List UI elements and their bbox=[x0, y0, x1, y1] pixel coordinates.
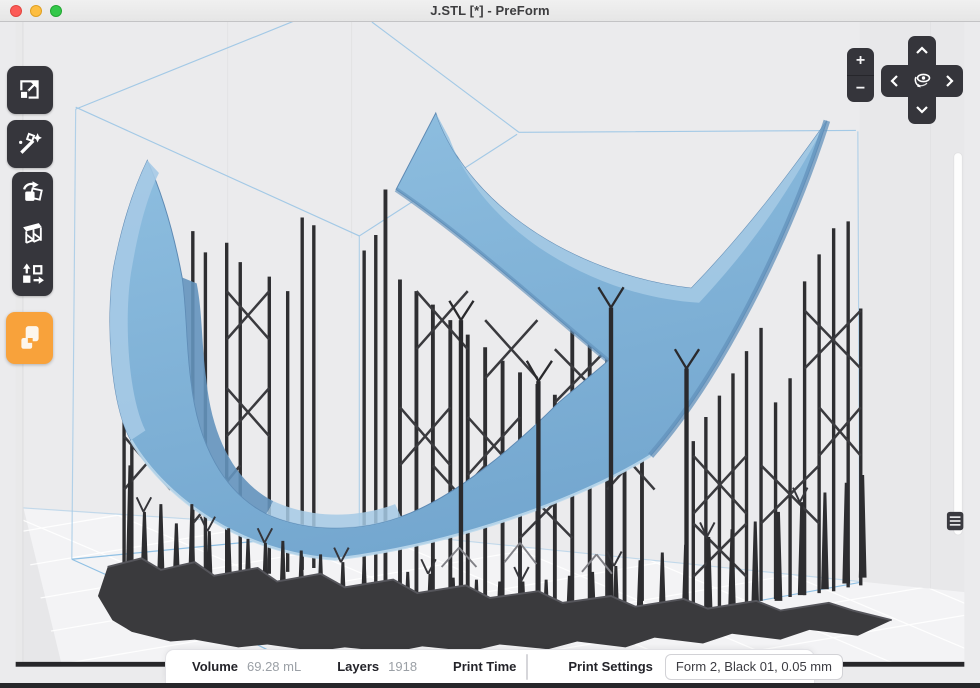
print-time-control[interactable]: -- bbox=[526, 654, 528, 680]
print-settings-label: Print Settings bbox=[568, 659, 653, 674]
layout-tool-button[interactable] bbox=[12, 255, 53, 296]
layer-slider-handle[interactable] bbox=[947, 512, 963, 530]
pan-left-button[interactable] bbox=[881, 65, 908, 97]
supports-icon bbox=[20, 221, 45, 246]
3d-viewport[interactable] bbox=[0, 22, 980, 688]
orbit-view-button[interactable] bbox=[908, 65, 936, 97]
minimize-window-button[interactable] bbox=[30, 5, 42, 17]
zoom-in-button[interactable]: + bbox=[847, 48, 874, 76]
print-cartridge-icon bbox=[17, 324, 43, 352]
layers-label: Layers bbox=[337, 659, 379, 674]
print-settings-select[interactable]: Form 2, Black 01, 0.05 mm bbox=[665, 654, 843, 680]
zoom-control: + − bbox=[847, 48, 874, 102]
title-bar[interactable]: J.STL [*] - PreForm bbox=[0, 0, 980, 22]
print-time-value: -- bbox=[527, 655, 528, 679]
orient-tool-button[interactable] bbox=[12, 172, 53, 213]
status-bar: Volume 69.28 mL Layers 1918 Print Time -… bbox=[165, 649, 815, 683]
zoom-in-label: + bbox=[856, 53, 865, 69]
layer-slider-track[interactable] bbox=[954, 153, 963, 535]
zoom-out-label: − bbox=[856, 81, 865, 97]
print-settings-value: Form 2, Black 01, 0.05 mm bbox=[676, 659, 832, 674]
pan-right-button[interactable] bbox=[936, 65, 963, 97]
print-button[interactable] bbox=[6, 312, 53, 364]
pan-right-icon bbox=[945, 74, 954, 88]
orbit-eye-icon bbox=[911, 70, 933, 92]
preform-window: + − Volume 69.28 mL bbox=[0, 0, 980, 688]
window-title: J.STL [*] - PreForm bbox=[430, 3, 549, 18]
print-time-label: Print Time bbox=[453, 659, 516, 674]
traffic-lights bbox=[10, 5, 62, 17]
tool-group bbox=[12, 172, 53, 296]
supports-tool-button[interactable] bbox=[12, 213, 53, 254]
volume-value: 69.28 mL bbox=[247, 659, 301, 674]
zoom-window-button[interactable] bbox=[50, 5, 62, 17]
pan-up-icon bbox=[915, 46, 929, 55]
view-dpad bbox=[881, 36, 963, 124]
rotate-cube-icon bbox=[20, 180, 45, 205]
layers-value: 1918 bbox=[388, 659, 417, 674]
zoom-out-button[interactable]: − bbox=[847, 76, 874, 103]
pan-down-button[interactable] bbox=[908, 95, 936, 124]
close-window-button[interactable] bbox=[10, 5, 22, 17]
scene-canvas bbox=[0, 22, 980, 688]
pan-up-button[interactable] bbox=[908, 36, 936, 65]
window-bottom-strip bbox=[0, 683, 980, 688]
resize-icon bbox=[17, 77, 43, 103]
magic-wand-icon bbox=[17, 131, 43, 157]
layout-arrows-icon bbox=[20, 263, 45, 288]
size-tool-button[interactable] bbox=[7, 66, 53, 114]
volume-label: Volume bbox=[192, 659, 238, 674]
one-click-print-tool-button[interactable] bbox=[7, 120, 53, 168]
pan-left-icon bbox=[890, 74, 899, 88]
pan-down-icon bbox=[915, 105, 929, 114]
